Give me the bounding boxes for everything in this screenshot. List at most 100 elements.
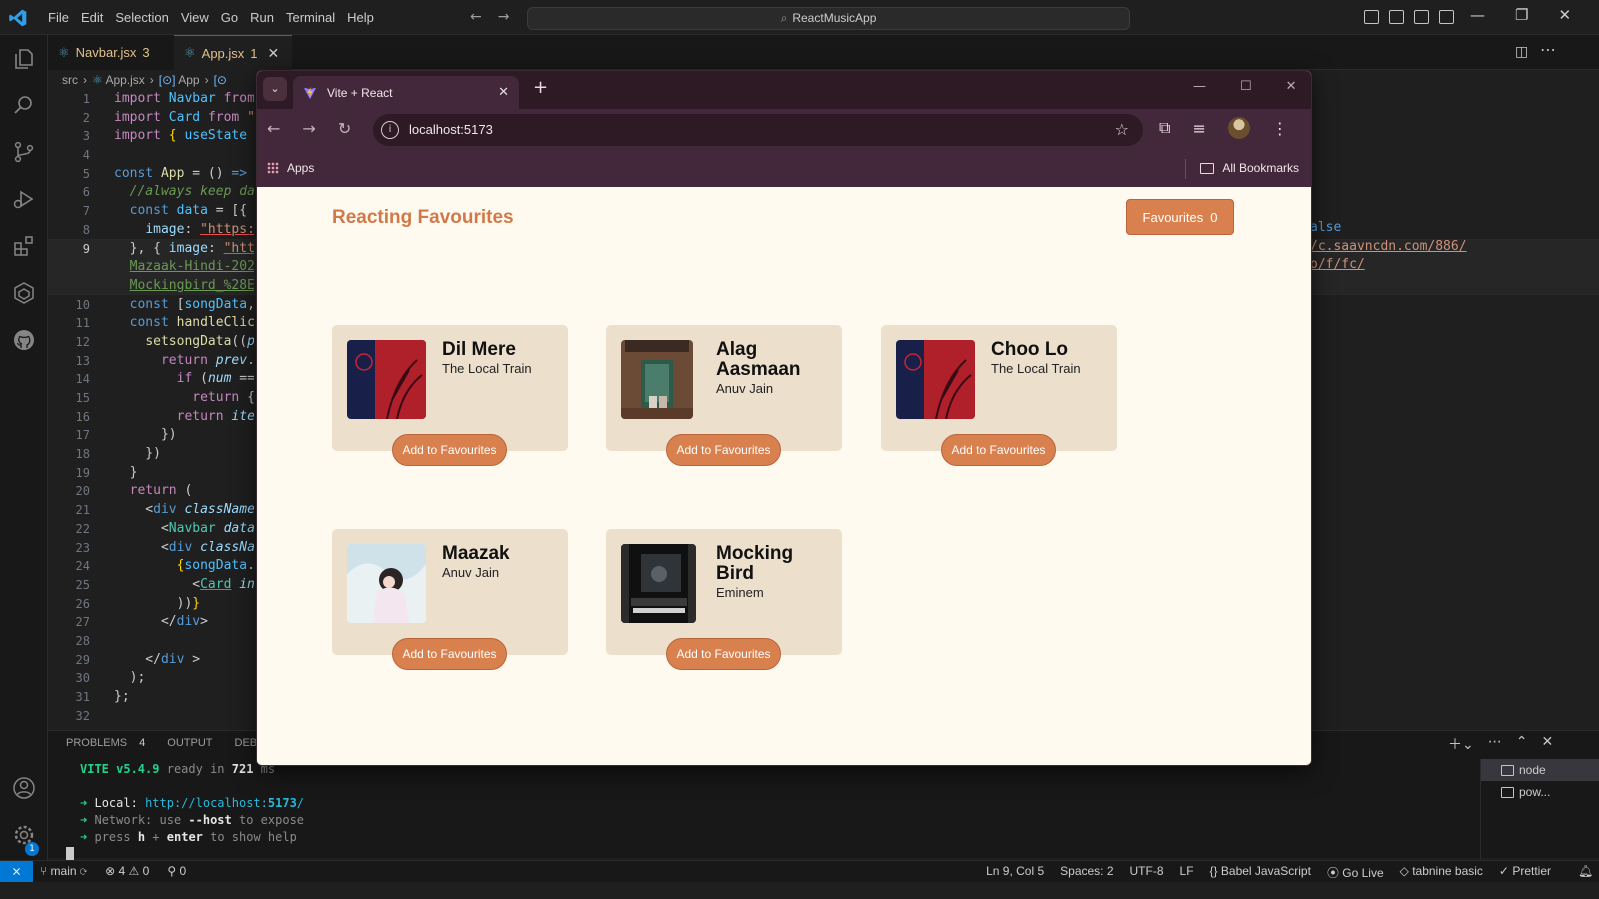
back-arrow-icon[interactable]: ←	[267, 119, 280, 138]
more-actions-icon[interactable]: ⋯	[1488, 734, 1502, 754]
tab-problem-count: 1	[250, 45, 258, 61]
extensions-puzzle-icon[interactable]: ⧉	[1159, 118, 1170, 138]
breadcrumb-file[interactable]: App.jsx	[105, 73, 144, 87]
browser-toolbar: ← → ↻ i localhost:5173 ☆ ⧉ ≡ ⋮	[257, 109, 1311, 151]
menu-edit[interactable]: Edit	[75, 10, 109, 25]
problems-indicator[interactable]: ⊗ 4 ⚠ 0	[105, 864, 149, 878]
tab-problems[interactable]: PROBLEMS 4	[66, 737, 145, 749]
site-info-icon[interactable]: i	[381, 121, 399, 139]
add-to-favourites-button[interactable]: Add to Favourites	[941, 434, 1056, 466]
reload-icon[interactable]: ↻	[338, 119, 351, 138]
accounts-icon[interactable]	[12, 776, 36, 800]
tab-search-icon[interactable]: ⌄	[263, 77, 287, 101]
menu-run[interactable]: Run	[244, 10, 280, 25]
cursor-position[interactable]: Ln 9, Col 5	[986, 864, 1044, 881]
terminal-output[interactable]: VITE v5.4.9 ready in 721 ms ➜ Local: htt…	[80, 761, 304, 846]
terminal-icon	[1501, 764, 1514, 776]
ports-indicator[interactable]: ⚲ 0	[167, 864, 186, 878]
folder-icon	[1200, 162, 1215, 174]
forward-arrow-icon[interactable]: →	[302, 119, 315, 138]
forward-arrow-icon[interactable]: →	[498, 9, 510, 25]
browser-tab[interactable]: Vite + React ✕	[293, 76, 519, 109]
tab-label: App.jsx	[201, 45, 245, 61]
line-number: 26	[75, 596, 90, 611]
encoding[interactable]: UTF-8	[1130, 864, 1164, 881]
explorer-icon[interactable]	[12, 47, 36, 71]
search-label: ReactMusicApp	[792, 11, 877, 25]
apps-bookmark[interactable]: Apps	[267, 161, 314, 175]
minimize-icon[interactable]: —	[1193, 79, 1206, 94]
split-editor-icon[interactable]: ◫	[1515, 44, 1528, 60]
favourites-button[interactable]: Favourites 0	[1126, 199, 1234, 235]
line-number: 13	[75, 353, 90, 368]
all-bookmarks-button[interactable]: All Bookmarks	[1200, 161, 1299, 175]
symbol-icon: [⊙]	[158, 73, 179, 87]
toggle-sidebar-icon[interactable]	[1364, 10, 1379, 24]
site-brand[interactable]: Reacting Favourites	[332, 207, 514, 229]
add-to-favourites-button[interactable]: Add to Favourites	[392, 638, 507, 670]
tab-output[interactable]: OUTPUT	[167, 737, 212, 749]
terminal-powershell[interactable]: pow...	[1481, 781, 1599, 803]
toggle-panel-icon[interactable]	[1389, 10, 1404, 24]
manage-gear-icon[interactable]	[12, 823, 36, 847]
menu-selection[interactable]: Selection	[109, 10, 174, 25]
address-bar[interactable]: i localhost:5173 ☆	[373, 114, 1143, 146]
add-to-favourites-button[interactable]: Add to Favourites	[392, 434, 507, 466]
toggle-secondary-sidebar-icon[interactable]	[1414, 10, 1429, 24]
breadcrumb-src[interactable]: src	[62, 73, 78, 87]
more-actions-icon[interactable]: ⋯	[1540, 40, 1556, 59]
line-number: 6	[82, 185, 90, 200]
go-live-button[interactable]: ⦿ Go Live	[1327, 864, 1384, 881]
song-artist: Eminem	[716, 585, 764, 600]
notifications-bell-icon[interactable]: 🔔︎	[1578, 864, 1593, 878]
close-panel-icon[interactable]: ✕	[1541, 734, 1553, 754]
menu-view[interactable]: View	[175, 10, 215, 25]
tab-app-jsx[interactable]: ⚛ App.jsx 1 ✕	[174, 35, 292, 70]
line-ending[interactable]: LF	[1180, 864, 1194, 881]
new-tab-plus-icon[interactable]: +	[533, 77, 548, 98]
menu-file[interactable]: File	[42, 10, 75, 25]
remote-explorer-icon[interactable]	[12, 281, 36, 305]
close-icon[interactable]: ✕	[1286, 79, 1297, 94]
menu-help[interactable]: Help	[341, 10, 380, 25]
tab-close-icon[interactable]: ✕	[268, 45, 280, 62]
line-number: 14	[75, 372, 90, 387]
close-icon[interactable]: ✕	[1558, 6, 1571, 24]
maximize-icon[interactable]: ☐	[1240, 79, 1252, 94]
add-to-favourites-button[interactable]: Add to Favourites	[666, 638, 781, 670]
language-mode[interactable]: {} Babel JavaScript	[1210, 864, 1311, 881]
tabnine-status[interactable]: ◇ tabnine basic	[1400, 864, 1483, 881]
maximize-panel-icon[interactable]: ⌃	[1516, 734, 1528, 754]
album-art	[347, 544, 426, 623]
customize-layout-icon[interactable]	[1439, 10, 1454, 24]
github-icon[interactable]	[12, 328, 36, 352]
restore-icon[interactable]: ❐	[1515, 6, 1528, 24]
album-art	[347, 340, 426, 419]
run-debug-icon[interactable]	[12, 187, 36, 211]
add-to-favourites-button[interactable]: Add to Favourites	[666, 434, 781, 466]
branch-indicator[interactable]: ⑂ main ⟳	[40, 864, 87, 878]
minimize-icon[interactable]: —	[1470, 6, 1485, 24]
indentation[interactable]: Spaces: 2	[1060, 864, 1113, 881]
media-controls-icon[interactable]: ≡	[1192, 119, 1205, 138]
command-center-search[interactable]: ⌕ ReactMusicApp	[527, 7, 1130, 30]
remote-indicator-icon[interactable]: ⨯	[0, 861, 33, 882]
new-terminal-icon[interactable]: ＋⌄	[1448, 734, 1474, 754]
terminal-node[interactable]: node	[1481, 759, 1599, 781]
url-text[interactable]: localhost:5173	[409, 122, 493, 137]
search-sidebar-icon[interactable]	[12, 93, 36, 117]
prettier-status[interactable]: ✓ Prettier	[1499, 864, 1551, 881]
line-number: 5	[82, 166, 90, 181]
tab-close-icon[interactable]: ✕	[498, 84, 509, 100]
menu-terminal[interactable]: Terminal	[280, 10, 341, 25]
breadcrumb-symbol[interactable]: App	[178, 73, 199, 87]
source-control-icon[interactable]	[12, 140, 36, 164]
extensions-icon[interactable]	[12, 234, 36, 258]
line-number: 8	[82, 222, 90, 237]
back-arrow-icon[interactable]: ←	[470, 9, 482, 25]
menu-go[interactable]: Go	[215, 10, 244, 25]
browser-menu-icon[interactable]: ⋮	[1272, 119, 1288, 138]
profile-avatar[interactable]	[1227, 117, 1250, 139]
bookmark-star-icon[interactable]: ☆	[1115, 120, 1129, 139]
tab-navbar-jsx[interactable]: ⚛ Navbar.jsx 3	[48, 35, 174, 70]
